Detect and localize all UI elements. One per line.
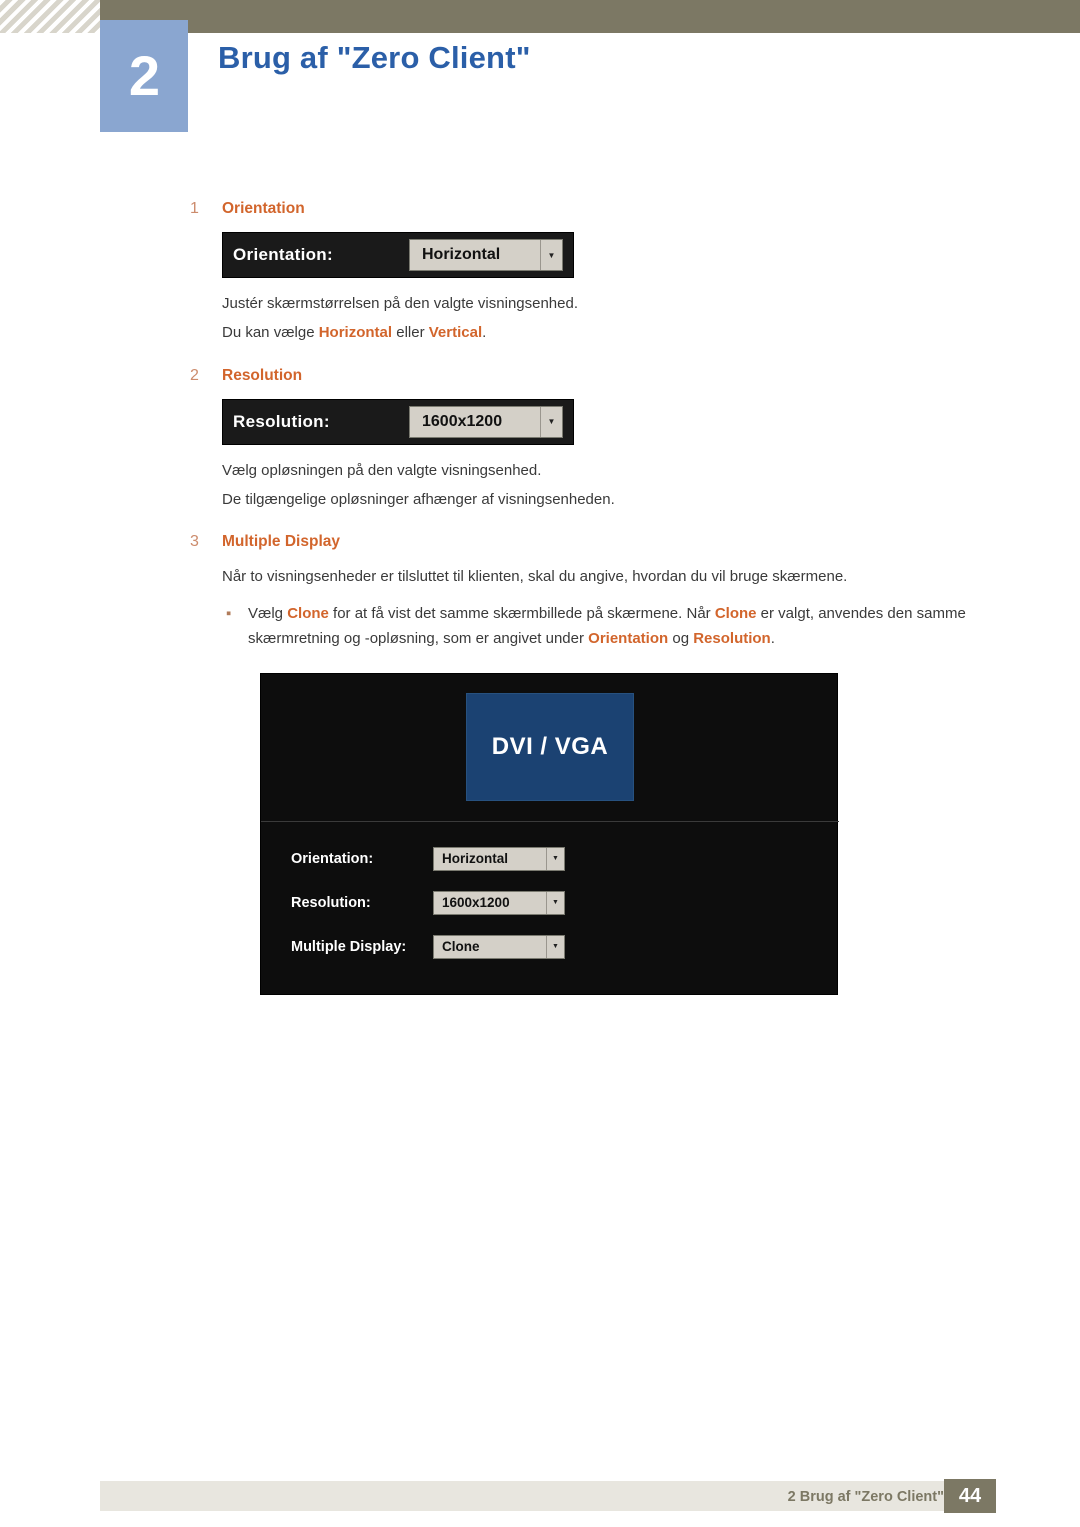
dialog-orientation-value: Horizontal bbox=[442, 851, 508, 867]
dialog-orientation-dropdown[interactable]: Horizontal ▼ bbox=[433, 846, 565, 871]
section-label: Orientation bbox=[222, 200, 305, 217]
orientation-dropdown[interactable]: Horizontal ▼ bbox=[409, 239, 563, 271]
resolution-dropdown[interactable]: 1600x1200 ▼ bbox=[409, 405, 563, 438]
page-title: Brug af "Zero Client" bbox=[218, 40, 531, 75]
section-label: Multiple Display bbox=[222, 533, 340, 550]
section-multiple-display: 3 Multiple Display Når to visningsenhede… bbox=[0, 533, 1080, 995]
value-clone: Clone bbox=[714, 605, 757, 623]
dialog-resolution-label: Resolution: bbox=[291, 894, 371, 911]
resolution-description-2: De tilgængelige opløsninger afhænger af … bbox=[222, 490, 615, 508]
orientation-description-2: Du kan vælge Horizontal eller Vertical. bbox=[222, 321, 1080, 344]
zero-client-display-dialog-screenshot: DVI / VGA Orientation: Horizontal ▼ Reso… bbox=[260, 672, 839, 995]
text-fragment: . bbox=[770, 629, 775, 647]
section-number: 2 bbox=[190, 366, 199, 384]
section-orientation: 1 Orientation Orientation: Horizontal ▼ … bbox=[0, 200, 1080, 345]
text-fragment: Du kan vælge bbox=[222, 324, 319, 342]
page-number: 44 bbox=[944, 1479, 996, 1513]
value-horizontal: Horizontal bbox=[318, 324, 393, 342]
resolution-setting-screenshot: Resolution: 1600x1200 ▼ bbox=[222, 398, 574, 445]
section-number: 3 bbox=[190, 533, 199, 550]
value-vertical: Vertical bbox=[428, 324, 483, 342]
chapter-number: 2 bbox=[128, 44, 160, 107]
section-number: 1 bbox=[190, 200, 199, 217]
value-orientation: Orientation bbox=[588, 629, 669, 647]
section-label: Resolution bbox=[222, 366, 303, 384]
orientation-dropdown-value: Horizontal bbox=[422, 246, 501, 263]
display-preview-area: DVI / VGA bbox=[261, 674, 839, 822]
dialog-multiple-display-label: Multiple Display: bbox=[291, 938, 407, 955]
dialog-orientation-label: Orientation: bbox=[291, 850, 374, 867]
page-content: 1 Orientation Orientation: Horizontal ▼ … bbox=[0, 200, 1080, 995]
bullet-item-clone: ▪ Vælg Clone for at få vist det samme sk… bbox=[222, 602, 1080, 651]
section-multiple-display-heading: 3 Multiple Display bbox=[190, 533, 1080, 551]
bullet-text: Vælg Clone for at få vist det samme skær… bbox=[248, 602, 996, 651]
dialog-row-resolution: Resolution: 1600x1200 ▼ bbox=[291, 890, 565, 916]
section-resolution: 2 Resolution Resolution: 1600x1200 ▼ Væl… bbox=[0, 367, 1080, 512]
chevron-down-icon: ▼ bbox=[546, 847, 564, 870]
value-clone: Clone bbox=[287, 605, 329, 623]
chapter-number-badge: 2 bbox=[100, 20, 188, 132]
dialog-multiple-display-value: Clone bbox=[442, 939, 480, 955]
chevron-down-icon: ▼ bbox=[546, 891, 564, 914]
dialog-multiple-display-dropdown[interactable]: Clone ▼ bbox=[433, 934, 565, 959]
orientation-description-1: Justér skærmstørrelsen på den valgte vis… bbox=[222, 295, 579, 312]
footer-chapter-text: 2 Brug af "Zero Client" bbox=[787, 1489, 944, 1505]
orientation-setting-screenshot: Orientation: Horizontal ▼ bbox=[222, 232, 574, 278]
header-hatch-pattern bbox=[0, 0, 100, 33]
chevron-down-icon: ▼ bbox=[540, 240, 562, 270]
dialog-resolution-dropdown[interactable]: 1600x1200 ▼ bbox=[433, 890, 565, 915]
text-fragment: Vælg bbox=[248, 605, 288, 623]
value-resolution: Resolution bbox=[693, 629, 771, 647]
document-page: 2 Brug af "Zero Client" 1 Orientation Or… bbox=[0, 0, 1080, 1527]
text-fragment: eller bbox=[392, 324, 429, 342]
dialog-row-multiple-display: Multiple Display: Clone ▼ bbox=[291, 934, 565, 960]
text-fragment: . bbox=[482, 324, 487, 342]
dvi-vga-tile: DVI / VGA bbox=[466, 693, 634, 802]
chevron-down-icon: ▼ bbox=[546, 935, 564, 958]
bullet-marker-icon: ▪ bbox=[226, 605, 232, 623]
resolution-field-label: Resolution: bbox=[233, 411, 330, 431]
orientation-field-label: Orientation: bbox=[233, 245, 333, 264]
resolution-description-1: Vælg opløsningen på den valgte visningse… bbox=[222, 461, 542, 479]
dialog-resolution-value: 1600x1200 bbox=[442, 895, 510, 911]
page-footer: 2 Brug af "Zero Client" 44 bbox=[0, 1473, 1080, 1527]
section-resolution-heading: 2 Resolution bbox=[190, 367, 1080, 385]
chevron-down-icon: ▼ bbox=[540, 406, 562, 437]
multiple-display-description: Når to visningsenheder er tilsluttet til… bbox=[222, 568, 848, 585]
resolution-dropdown-value: 1600x1200 bbox=[422, 412, 503, 430]
text-fragment: for at få vist det samme skærmbillede på… bbox=[328, 605, 715, 623]
text-fragment: og bbox=[668, 629, 694, 647]
dialog-row-orientation: Orientation: Horizontal ▼ bbox=[291, 846, 565, 872]
section-orientation-heading: 1 Orientation bbox=[190, 200, 1080, 218]
